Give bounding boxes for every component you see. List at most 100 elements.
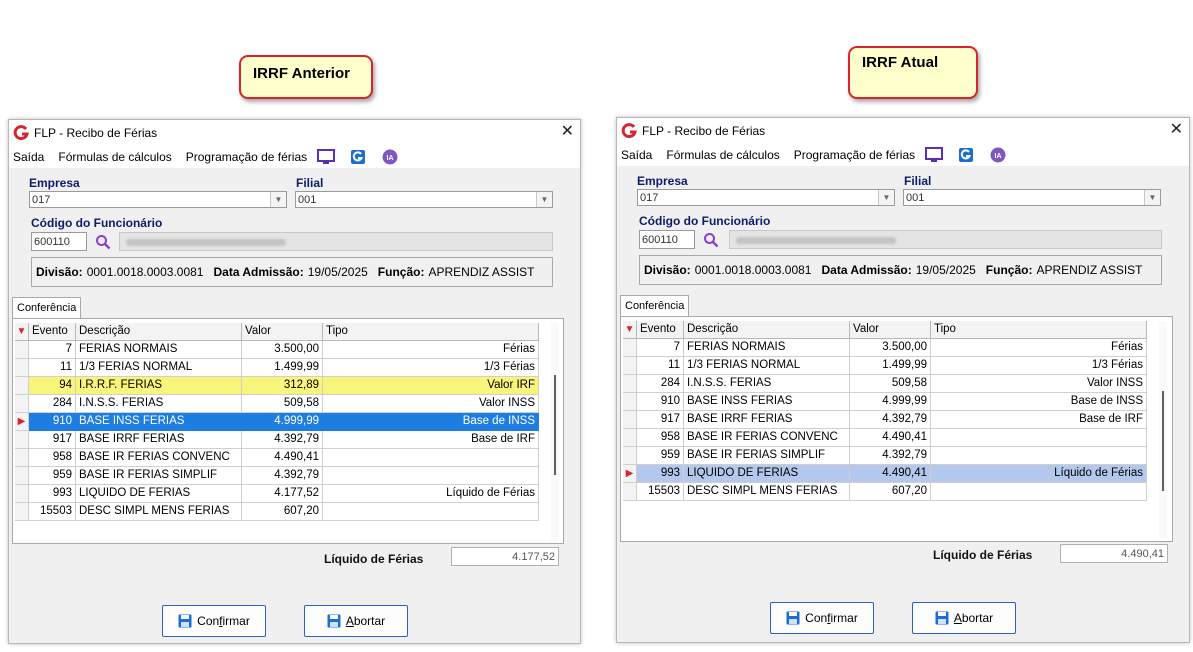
label-filial: Filial [296, 176, 324, 190]
filial-select[interactable]: 001 ▼ [903, 189, 1161, 206]
row-selector[interactable] [15, 395, 29, 413]
menu-saida[interactable]: Saída [13, 150, 44, 164]
abortar-label: Abortar [953, 611, 994, 625]
chevron-down-icon[interactable]: ▼ [536, 192, 552, 207]
menu-saida[interactable]: Saída [621, 148, 652, 162]
table-row[interactable]: 15503 DESC SIMPL MENS FERIAS 607,20 [623, 483, 1147, 501]
save-icon [786, 611, 800, 625]
table-row[interactable]: 7 FERIAS NORMAIS 3.500,00 Férias [15, 341, 539, 359]
row-selector[interactable] [15, 467, 29, 485]
cell-valor: 4.392,79 [242, 467, 323, 485]
sort-indicator-icon[interactable]: ▼ [623, 321, 637, 339]
column-header-descricao[interactable]: Descrição [684, 321, 850, 339]
menu-formulas-calculos[interactable]: Fórmulas de cálculos [58, 150, 171, 164]
confirmar-button[interactable]: Confirmar [770, 602, 874, 634]
row-selector[interactable] [623, 447, 637, 465]
cell-tipo [323, 467, 539, 485]
row-selector[interactable] [623, 429, 637, 447]
menu-programacao-ferias[interactable]: Programação de férias [794, 148, 915, 162]
g-app-icon[interactable] [957, 146, 975, 164]
table-row[interactable]: 910 BASE INSS FERIAS 4.999,99 Base de INSS [623, 393, 1147, 411]
row-selector[interactable] [623, 357, 637, 375]
row-selector[interactable] [623, 375, 637, 393]
scrollbar-thumb[interactable] [554, 375, 556, 475]
search-icon[interactable] [703, 232, 719, 248]
column-header-valor[interactable]: Valor [242, 323, 323, 341]
codigo-value: 600110 [642, 234, 678, 246]
row-selector[interactable] [15, 485, 29, 503]
cell-tipo: Base de IRF [323, 431, 539, 449]
empresa-select[interactable]: 017 ▼ [637, 189, 895, 206]
monitor-icon[interactable] [317, 148, 336, 166]
column-header-evento[interactable]: Evento [637, 321, 684, 339]
table-row[interactable]: 15503 DESC SIMPL MENS FERIAS 607,20 [15, 503, 539, 521]
chevron-down-icon[interactable]: ▼ [1144, 190, 1160, 205]
row-selector[interactable] [15, 359, 29, 377]
search-icon[interactable] [95, 234, 111, 250]
codigo-funcionario-field[interactable]: 600110 [639, 230, 695, 249]
cell-tipo: Base de INSS [931, 393, 1147, 411]
abortar-button[interactable]: Abortar [912, 602, 1016, 634]
table-row[interactable]: 959 BASE IR FERIAS SIMPLIF 4.392,79 [623, 447, 1147, 465]
table-row[interactable]: 958 BASE IR FERIAS CONVENC 4.490,41 [15, 449, 539, 467]
ia-icon[interactable]: IA [989, 146, 1007, 164]
cell-valor: 607,20 [242, 503, 323, 521]
row-indicator-icon[interactable]: ▶ [15, 413, 29, 431]
table-row[interactable]: ▶ 910 BASE INSS FERIAS 4.999,99 Base de INSS [15, 413, 539, 431]
row-selector[interactable] [15, 503, 29, 521]
column-header-evento[interactable]: Evento [29, 323, 76, 341]
menu-programacao-ferias[interactable]: Programação de férias [186, 150, 307, 164]
g-app-icon[interactable] [349, 148, 367, 166]
cell-evento: 11 [29, 359, 76, 377]
row-selector[interactable] [15, 449, 29, 467]
table-row[interactable]: 11 1/3 FERIAS NORMAL 1.499,99 1/3 Férias [15, 359, 539, 377]
column-header-tipo[interactable]: Tipo [323, 323, 539, 341]
tab-conferencia[interactable]: Conferência [620, 295, 690, 316]
vertical-scrollbar[interactable] [1159, 321, 1167, 539]
filial-select[interactable]: 001 ▼ [295, 191, 553, 208]
cell-valor: 4.392,79 [242, 431, 323, 449]
table-row[interactable]: 7 FERIAS NORMAIS 3.500,00 Férias [623, 339, 1147, 357]
table-row[interactable]: 11 1/3 FERIAS NORMAL 1.499,99 1/3 Férias [623, 357, 1147, 375]
sort-indicator-icon[interactable]: ▼ [15, 323, 29, 341]
row-selector[interactable] [15, 341, 29, 359]
menu-formulas-calculos[interactable]: Fórmulas de cálculos [666, 148, 779, 162]
grid-header-row: ▼ Evento Descrição Valor Tipo [623, 321, 1147, 339]
confirmar-button[interactable]: Confirmar [162, 605, 266, 637]
row-selector[interactable] [623, 393, 637, 411]
empresa-select[interactable]: 017 ▼ [29, 191, 287, 208]
table-row[interactable]: 959 BASE IR FERIAS SIMPLIF 4.392,79 [15, 467, 539, 485]
table-row[interactable]: 284 I.N.S.S. FERIAS 509,58 Valor INSS [623, 375, 1147, 393]
column-header-valor[interactable]: Valor [850, 321, 931, 339]
ia-icon[interactable]: IA [381, 148, 399, 166]
column-header-descricao[interactable]: Descrição [76, 323, 242, 341]
close-button[interactable]: ✕ [561, 123, 574, 141]
chevron-down-icon[interactable]: ▼ [878, 190, 894, 205]
table-row[interactable]: 917 BASE IRRF FERIAS 4.392,79 Base de IRF [15, 431, 539, 449]
abortar-button[interactable]: Abortar [304, 605, 408, 637]
row-selector[interactable] [15, 431, 29, 449]
row-selector[interactable] [15, 377, 29, 395]
cell-descricao: LIQUIDO DE FERIAS [684, 465, 850, 483]
tab-conferencia[interactable]: Conferência [12, 297, 82, 318]
codigo-funcionario-field[interactable]: 600110 [31, 232, 87, 251]
monitor-icon[interactable] [925, 146, 944, 164]
table-row[interactable]: ▶ 993 LIQUIDO DE FERIAS 4.490,41 Líquido de … [623, 465, 1147, 483]
row-indicator-icon[interactable]: ▶ [623, 465, 637, 483]
row-selector[interactable] [623, 339, 637, 357]
vertical-scrollbar[interactable] [551, 323, 559, 541]
cell-descricao: BASE INSS FERIAS [76, 413, 242, 431]
row-selector[interactable] [623, 411, 637, 429]
table-row[interactable]: 94 I.R.R.F. FERIAS 312,89 Valor IRF [15, 377, 539, 395]
table-row[interactable]: 284 I.N.S.S. FERIAS 509,58 Valor INSS [15, 395, 539, 413]
table-row[interactable]: 993 LIQUIDO DE FERIAS 4.177,52 Líquido de F… [15, 485, 539, 503]
row-selector[interactable] [623, 483, 637, 501]
table-row[interactable]: 917 BASE IRRF FERIAS 4.392,79 Base de IRF [623, 411, 1147, 429]
column-header-tipo[interactable]: Tipo [931, 321, 1147, 339]
menu-bar: Saída Fórmulas de cálculos Programação d… [617, 144, 1189, 166]
table-row[interactable]: 958 BASE IR FERIAS CONVENC 4.490,41 [623, 429, 1147, 447]
close-button[interactable]: ✕ [1170, 121, 1183, 139]
scrollbar-thumb[interactable] [1162, 391, 1164, 491]
chevron-down-icon[interactable]: ▼ [270, 192, 286, 207]
label-liquido-ferias: Líquido de Férias [933, 548, 1033, 562]
